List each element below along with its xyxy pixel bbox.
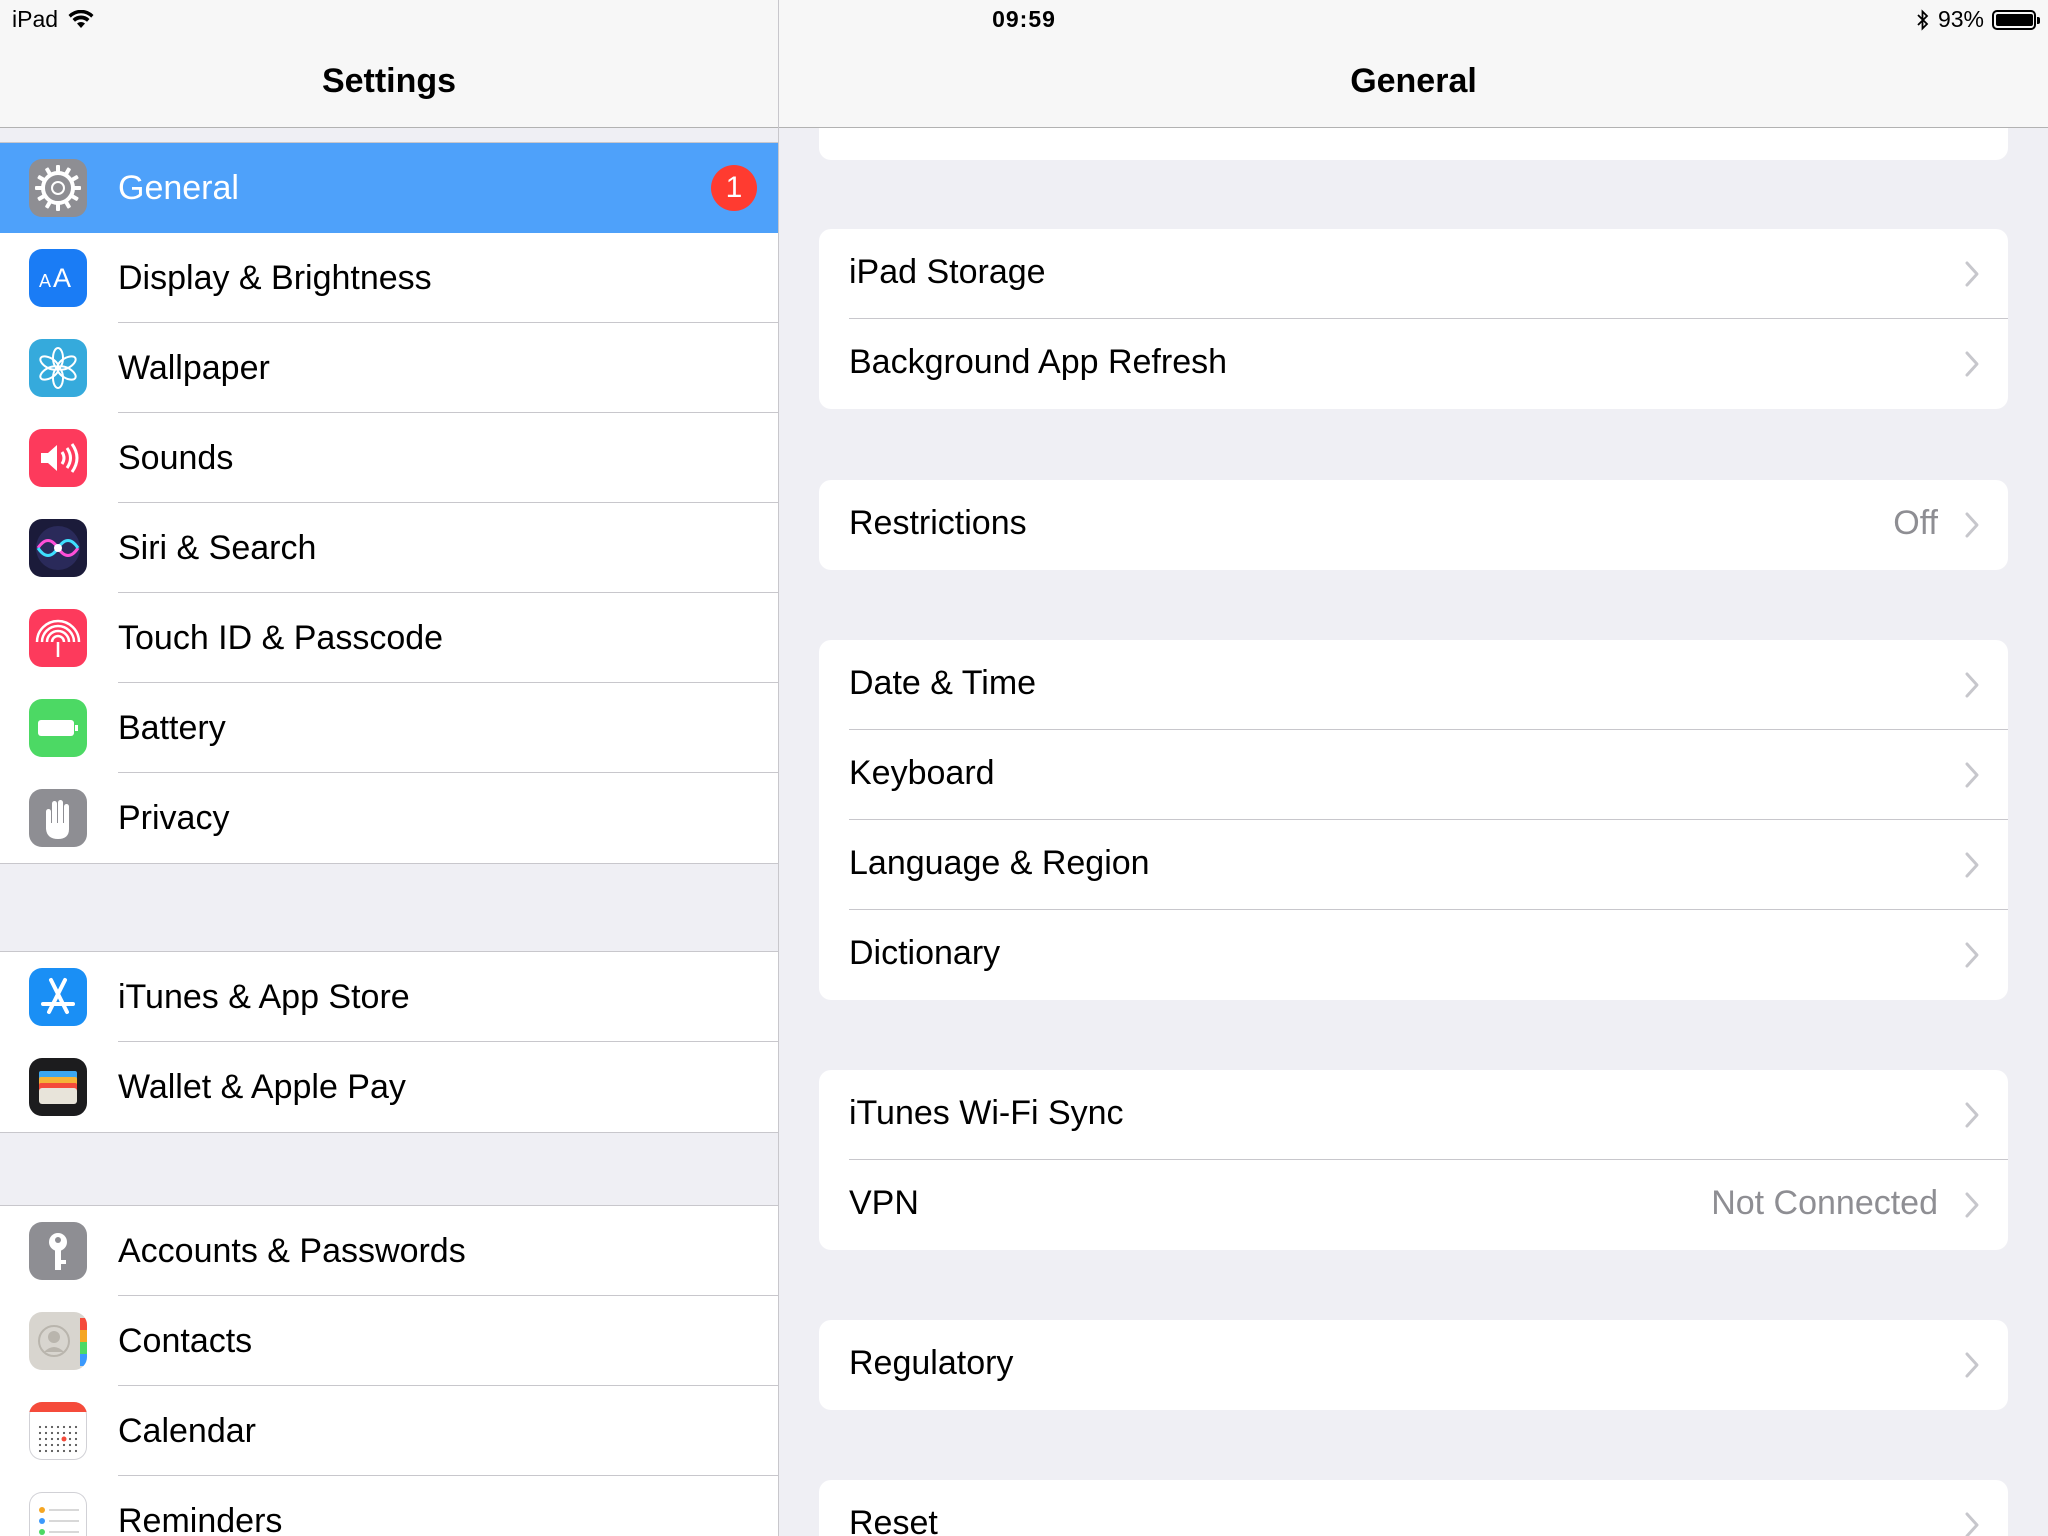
flower-icon: [29, 339, 87, 397]
chevron-right-icon: [1965, 852, 1979, 878]
sidebar-item-touch-id-and-passcode[interactable]: Touch ID & Passcode: [0, 593, 778, 683]
sidebar-item-label: General: [118, 168, 239, 207]
general-row-restrictions[interactable]: Restrictions Off: [819, 480, 2008, 570]
detail-title: General: [1350, 62, 1477, 100]
siri-icon: [29, 519, 87, 577]
sidebar-item-privacy[interactable]: Privacy: [0, 773, 778, 863]
notification-badge: 1: [711, 165, 757, 211]
battery-percentage: 93%: [1937, 6, 1984, 32]
settings-group: Accounts & Passwords Contacts Calendar Remi…: [0, 1205, 778, 1536]
app-store-icon: [29, 968, 87, 1026]
sidebar-item-label: Siri & Search: [118, 528, 317, 567]
sidebar-item-accounts-and-passwords[interactable]: Accounts & Passwords: [0, 1206, 778, 1296]
sidebar-item-label: iTunes & App Store: [118, 977, 410, 1016]
battery-icon: [29, 699, 87, 757]
chevron-right-icon: [1965, 1102, 1979, 1128]
settings-card: iPad Storage Background App Refresh: [819, 229, 2008, 409]
general-row-ipad-storage[interactable]: iPad Storage: [819, 229, 2008, 319]
sidebar-item-battery[interactable]: Battery: [0, 683, 778, 773]
sidebar-item-calendar[interactable]: Calendar: [0, 1386, 778, 1476]
status-bar: iPad 09:59 93%: [0, 0, 2048, 40]
chevron-right-icon: [1965, 261, 1979, 287]
chevron-right-icon: [1965, 1192, 1979, 1218]
row-label: Date & Time: [849, 664, 1037, 702]
sidebar-item-sounds[interactable]: Sounds: [0, 413, 778, 503]
row-label: iTunes Wi-Fi Sync: [849, 1094, 1124, 1132]
sidebar-item-label: Reminders: [118, 1501, 283, 1536]
sidebar-item-wallpaper[interactable]: Wallpaper: [0, 323, 778, 413]
sidebar-item-label: Wallet & Apple Pay: [118, 1067, 406, 1106]
chevron-right-icon: [1965, 1512, 1979, 1536]
settings-card: Date & Time Keyboard Language & Region Dict…: [819, 640, 2008, 1000]
chevron-right-icon: [1965, 672, 1979, 698]
row-label: Regulatory: [849, 1344, 1014, 1382]
sidebar-item-wallet-and-apple-pay[interactable]: Wallet & Apple Pay: [0, 1042, 778, 1132]
row-value: Not Connected: [1711, 1184, 1938, 1222]
chevron-right-icon: [1965, 351, 1979, 377]
sidebar-title: Settings: [321, 62, 457, 100]
calendar-icon: [29, 1402, 87, 1460]
row-label: iPad Storage: [849, 253, 1046, 291]
row-label: Keyboard: [849, 754, 995, 792]
text-size-icon: AA: [29, 249, 87, 307]
row-label: Restrictions: [849, 504, 1027, 542]
chevron-right-icon: [1965, 762, 1979, 788]
sidebar-item-label: Calendar: [118, 1411, 256, 1450]
gear-icon: [29, 159, 87, 217]
general-row-dictionary[interactable]: Dictionary: [819, 910, 2008, 1000]
battery-icon: [1992, 9, 2040, 30]
row-label: Dictionary: [849, 934, 1001, 972]
sidebar-item-label: Touch ID & Passcode: [118, 618, 444, 657]
sidebar-item-label: Contacts: [118, 1321, 253, 1360]
general-row-keyboard[interactable]: Keyboard: [819, 730, 2008, 820]
general-row-vpn[interactable]: VPN Not Connected: [819, 1160, 2008, 1250]
sidebar-item-siri-and-search[interactable]: Siri & Search: [0, 503, 778, 593]
chevron-right-icon: [1965, 512, 1979, 538]
sidebar-item-label: Wallpaper: [118, 348, 270, 387]
settings-card: Reset: [819, 1480, 2008, 1536]
sidebar-item-label: Battery: [118, 708, 226, 747]
sidebar-item-label: Display & Brightness: [118, 258, 432, 297]
svg-text:A: A: [53, 263, 71, 293]
settings-sidebar: Settings General 1 A A Display & Brightness W…: [0, 0, 779, 1536]
general-row-reset[interactable]: Reset: [819, 1480, 2008, 1536]
speaker-icon: [29, 429, 87, 487]
row-label: Reset: [849, 1504, 938, 1536]
row-label: Language & Region: [849, 844, 1150, 882]
fingerprint-icon: [29, 609, 87, 667]
sidebar-item-reminders[interactable]: Reminders: [0, 1476, 778, 1536]
hand-icon: [29, 789, 87, 847]
settings-card: iTunes Wi-Fi Sync VPN Not Connected: [819, 1070, 2008, 1250]
row-label: VPN: [849, 1184, 919, 1222]
sidebar-item-itunes-and-app-store[interactable]: iTunes & App Store: [0, 952, 778, 1042]
sidebar-item-label: Accounts & Passwords: [118, 1231, 466, 1270]
settings-group: General 1 A A Display & Brightness Wallpaper S…: [0, 142, 778, 864]
general-row-date-and-time[interactable]: Date & Time: [819, 640, 2008, 730]
sidebar-item-contacts[interactable]: Contacts: [0, 1296, 778, 1386]
contacts-icon: [29, 1312, 87, 1370]
settings-card: Regulatory: [819, 1320, 2008, 1410]
general-row-background-app-refresh[interactable]: Background App Refresh: [819, 319, 2008, 409]
sidebar-item-display-and-brightness[interactable]: A A Display & Brightness: [0, 233, 778, 323]
chevron-right-icon: [1965, 942, 1979, 968]
wallet-icon: [29, 1058, 87, 1116]
general-row-regulatory[interactable]: Regulatory: [819, 1320, 2008, 1410]
sidebar-item-general[interactable]: General 1: [0, 143, 778, 233]
bluetooth-icon: [1917, 8, 1929, 31]
sidebar-item-label: Sounds: [118, 438, 234, 477]
clock: 09:59: [992, 6, 1056, 32]
general-row-language-and-region[interactable]: Language & Region: [819, 820, 2008, 910]
general-detail-pane: General iPad Storage Background App Refre…: [779, 0, 2048, 1536]
key-icon: [29, 1222, 87, 1280]
sidebar-item-label: Privacy: [118, 798, 230, 837]
reminders-icon: [29, 1492, 87, 1536]
row-value: Off: [1893, 504, 1938, 542]
chevron-right-icon: [1965, 1352, 1979, 1378]
settings-group: iTunes & App Store Wallet & Apple Pay: [0, 951, 778, 1133]
settings-card: Restrictions Off: [819, 480, 2008, 570]
general-row-itunes-wi-fi-sync[interactable]: iTunes Wi-Fi Sync: [819, 1070, 2008, 1160]
row-label: Background App Refresh: [849, 343, 1228, 381]
svg-text:A: A: [39, 271, 51, 291]
